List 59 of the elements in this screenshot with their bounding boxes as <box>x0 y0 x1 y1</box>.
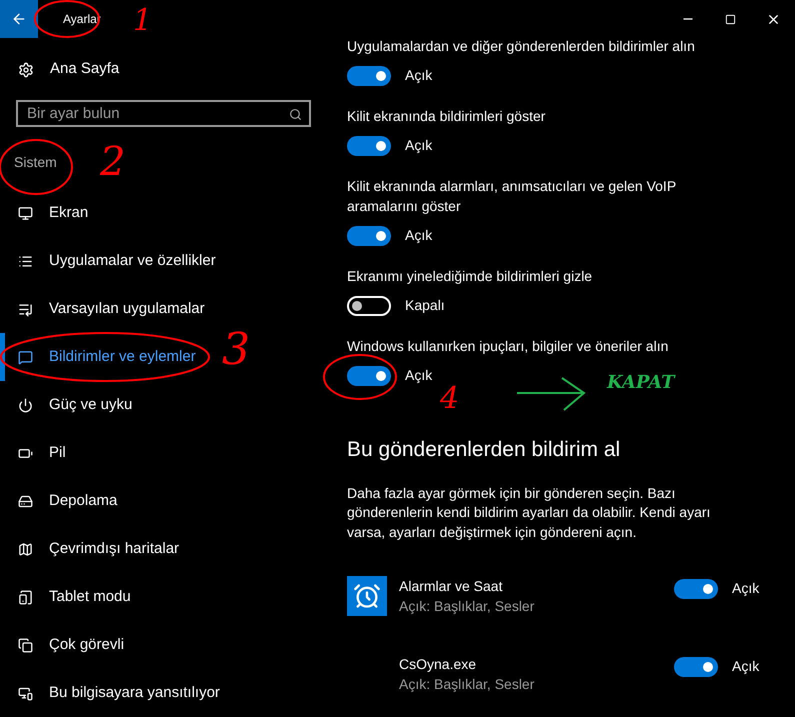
description: Daha fazla ayar görmek için bir gönderen seçin. Bazı gönderenlerin kendi bildirim ayarları da olabilir. Kendi ayarı varsa, ayarları değiştirmek için göndereni açın. <box>347 484 712 542</box>
toggle-state: Açık <box>732 579 760 598</box>
drive-icon <box>18 494 33 508</box>
tablet-icon <box>18 590 33 604</box>
speech-bubble-icon <box>18 350 33 364</box>
annotation-text: KAPAT <box>607 374 674 392</box>
back-icon <box>11 11 27 27</box>
toggle-switch[interactable] <box>347 66 391 86</box>
setting-label: Uygulamalardan ve diğer gönderenlerden bildirimler alın <box>347 37 696 56</box>
toggle-state: Açık <box>732 657 760 676</box>
setting-label: Windows kullanırken ipuçları, bilgiler ve öneriler alın <box>347 337 670 356</box>
nav-item[interactable]: Ekran <box>0 189 92 237</box>
app-name[interactable]: Alarmlar ve Saat <box>399 576 674 596</box>
section-title: Sistem <box>14 153 57 172</box>
setting-label: Kilit ekranında alarmları, anımsatıcıları ve gelen VoIP aramalarını göster <box>347 177 677 216</box>
section-heading: Bu gönderenlerden bildirim al <box>347 437 620 463</box>
toggle-state: Açık <box>405 66 432 85</box>
setting-label: Kilit ekranında bildirimleri göster <box>347 107 546 126</box>
toggle-state: Açık <box>405 136 432 155</box>
monitor-icon <box>18 206 33 220</box>
list-icon <box>18 302 33 316</box>
nav-item[interactable]: Çevrimdışı haritalar <box>0 525 184 573</box>
annotation-text: 2 <box>100 142 126 182</box>
map-icon <box>18 542 33 556</box>
gear-icon <box>18 62 34 78</box>
search-icon[interactable] <box>289 108 302 122</box>
nav-item[interactable]: Güç ve uyku <box>0 381 136 429</box>
toggle-state: Kapalı <box>405 296 445 315</box>
back-button[interactable] <box>0 0 38 38</box>
search-field[interactable]: Bir ayar bulun <box>16 100 311 127</box>
annotation-text: 3 <box>222 328 250 372</box>
maximize-icon[interactable] <box>725 14 736 24</box>
toggle-switch[interactable] <box>347 136 391 156</box>
annotation-text: 4 <box>440 384 460 414</box>
nav-item[interactable]: Uygulamalar ve özellikler <box>0 237 220 285</box>
setting-label: Ekranımı yinelediğimde bildirimleri gizle <box>347 267 594 286</box>
nav-item[interactable]: Varsayılan uygulamalar <box>0 285 209 333</box>
nav-item[interactable]: Bu bilgisayara yansıtılıyor <box>0 669 224 717</box>
power-icon <box>18 398 33 412</box>
toggle-switch[interactable] <box>347 296 391 316</box>
nav-item[interactable]: Tablet modu <box>0 573 135 621</box>
toggle-state: Açık <box>405 366 432 385</box>
monitor-icon <box>18 686 33 700</box>
app-detail: Açık: Başlıklar, Sesler <box>399 675 536 694</box>
nav-item[interactable]: Bildirimler ve eylemler <box>0 333 200 381</box>
toggle-switch[interactable] <box>347 366 391 386</box>
nav-item[interactable]: Depolama <box>0 477 122 525</box>
toggle-switch[interactable] <box>674 656 718 676</box>
app-name[interactable]: CsOyna.exe <box>399 654 674 674</box>
annotation-text: 1 <box>133 6 152 36</box>
toggle-switch[interactable] <box>347 226 391 246</box>
annotation-arrow <box>516 377 586 411</box>
toggle-switch[interactable] <box>674 578 718 598</box>
nav-item[interactable]: Pil <box>0 429 70 477</box>
list-icon <box>18 254 33 268</box>
nav-item[interactable]: Çok görevli <box>0 621 128 669</box>
home-link[interactable]: Ana Sayfa <box>18 58 330 82</box>
app-detail: Açık: Başlıklar, Sesler <box>399 597 536 616</box>
toggle-state: Açık <box>405 226 432 245</box>
